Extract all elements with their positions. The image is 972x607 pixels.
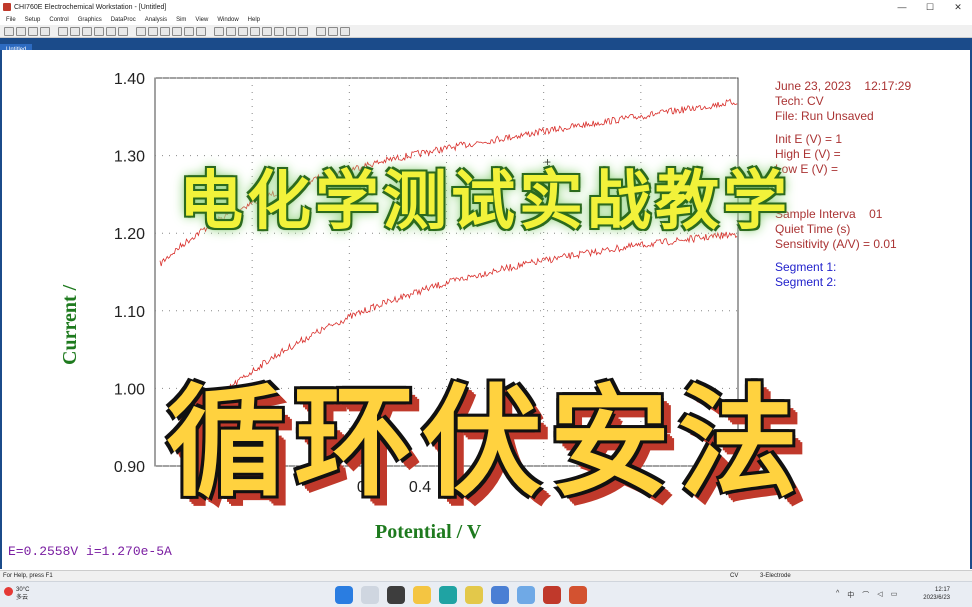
task-view-icon[interactable] bbox=[387, 586, 405, 604]
cursor-readout: E=0.2558V i=1.270e-5A bbox=[8, 544, 172, 559]
taskbar-clock[interactable]: 12:17 2023/6/23 bbox=[923, 586, 950, 602]
tray-chevron-icon[interactable]: ^ bbox=[836, 590, 839, 600]
input-method-icon[interactable]: 中 bbox=[847, 590, 854, 600]
clock-time: 12:17 bbox=[934, 587, 950, 593]
search-icon[interactable] bbox=[361, 586, 379, 604]
overlay-banner-main: 循环伏安法 bbox=[166, 374, 806, 513]
weather-desc: 多云 bbox=[16, 595, 29, 601]
taskbar-apps bbox=[335, 586, 595, 604]
start-icon[interactable] bbox=[335, 586, 353, 604]
chi-app-icon[interactable] bbox=[543, 586, 561, 604]
battery-icon[interactable]: ▭ bbox=[891, 590, 898, 600]
weather-icon bbox=[4, 587, 13, 596]
info-date-line: June 23, 2023 12:17:29 bbox=[775, 79, 911, 94]
info-segment-1: Segment 1: bbox=[775, 260, 837, 274]
powerpoint-icon[interactable] bbox=[569, 586, 587, 604]
taskbar: 30°C 多云 ^ 中 ⌒ ◁ ▭ 12:17 2023/6/23 bbox=[0, 581, 972, 607]
wifi-icon[interactable]: ⌒ bbox=[862, 590, 869, 600]
info-init-e: Init E (V) = 1 bbox=[775, 132, 843, 146]
app-root: CHI760E Electrochemical Workstation - [U… bbox=[0, 0, 972, 607]
weather-temp: 30°C bbox=[16, 587, 30, 593]
file-explorer-icon[interactable] bbox=[413, 586, 431, 604]
info-tech: Tech: CV bbox=[775, 94, 824, 108]
overlay-banner-top: 电化学测试实战教学 bbox=[179, 165, 791, 239]
volume-icon[interactable]: ◁ bbox=[877, 590, 882, 600]
status-help: For Help, press F1 bbox=[3, 573, 53, 579]
y-tick-label: 1.40 bbox=[114, 71, 145, 88]
x-axis-label: Potential / V bbox=[375, 521, 482, 543]
info-time: 12:17:29 bbox=[864, 79, 912, 93]
status-bar: For Help, press F1 CV 3-Electrode bbox=[0, 570, 972, 581]
info-date: June 23, 2023 bbox=[775, 79, 852, 93]
system-tray: ^ 中 ⌒ ◁ ▭ bbox=[836, 590, 905, 600]
edge-icon[interactable] bbox=[439, 586, 457, 604]
y-tick-label: 1.10 bbox=[114, 304, 145, 321]
weather-widget[interactable]: 30°C 多云 bbox=[4, 586, 30, 602]
info-file: File: Run Unsaved bbox=[775, 109, 874, 123]
chrome-icon[interactable] bbox=[465, 586, 483, 604]
clock-date: 2023/6/23 bbox=[923, 595, 950, 601]
photos-icon[interactable] bbox=[517, 586, 535, 604]
store-icon[interactable] bbox=[491, 586, 509, 604]
info-segment-2: Segment 2: bbox=[775, 275, 837, 289]
